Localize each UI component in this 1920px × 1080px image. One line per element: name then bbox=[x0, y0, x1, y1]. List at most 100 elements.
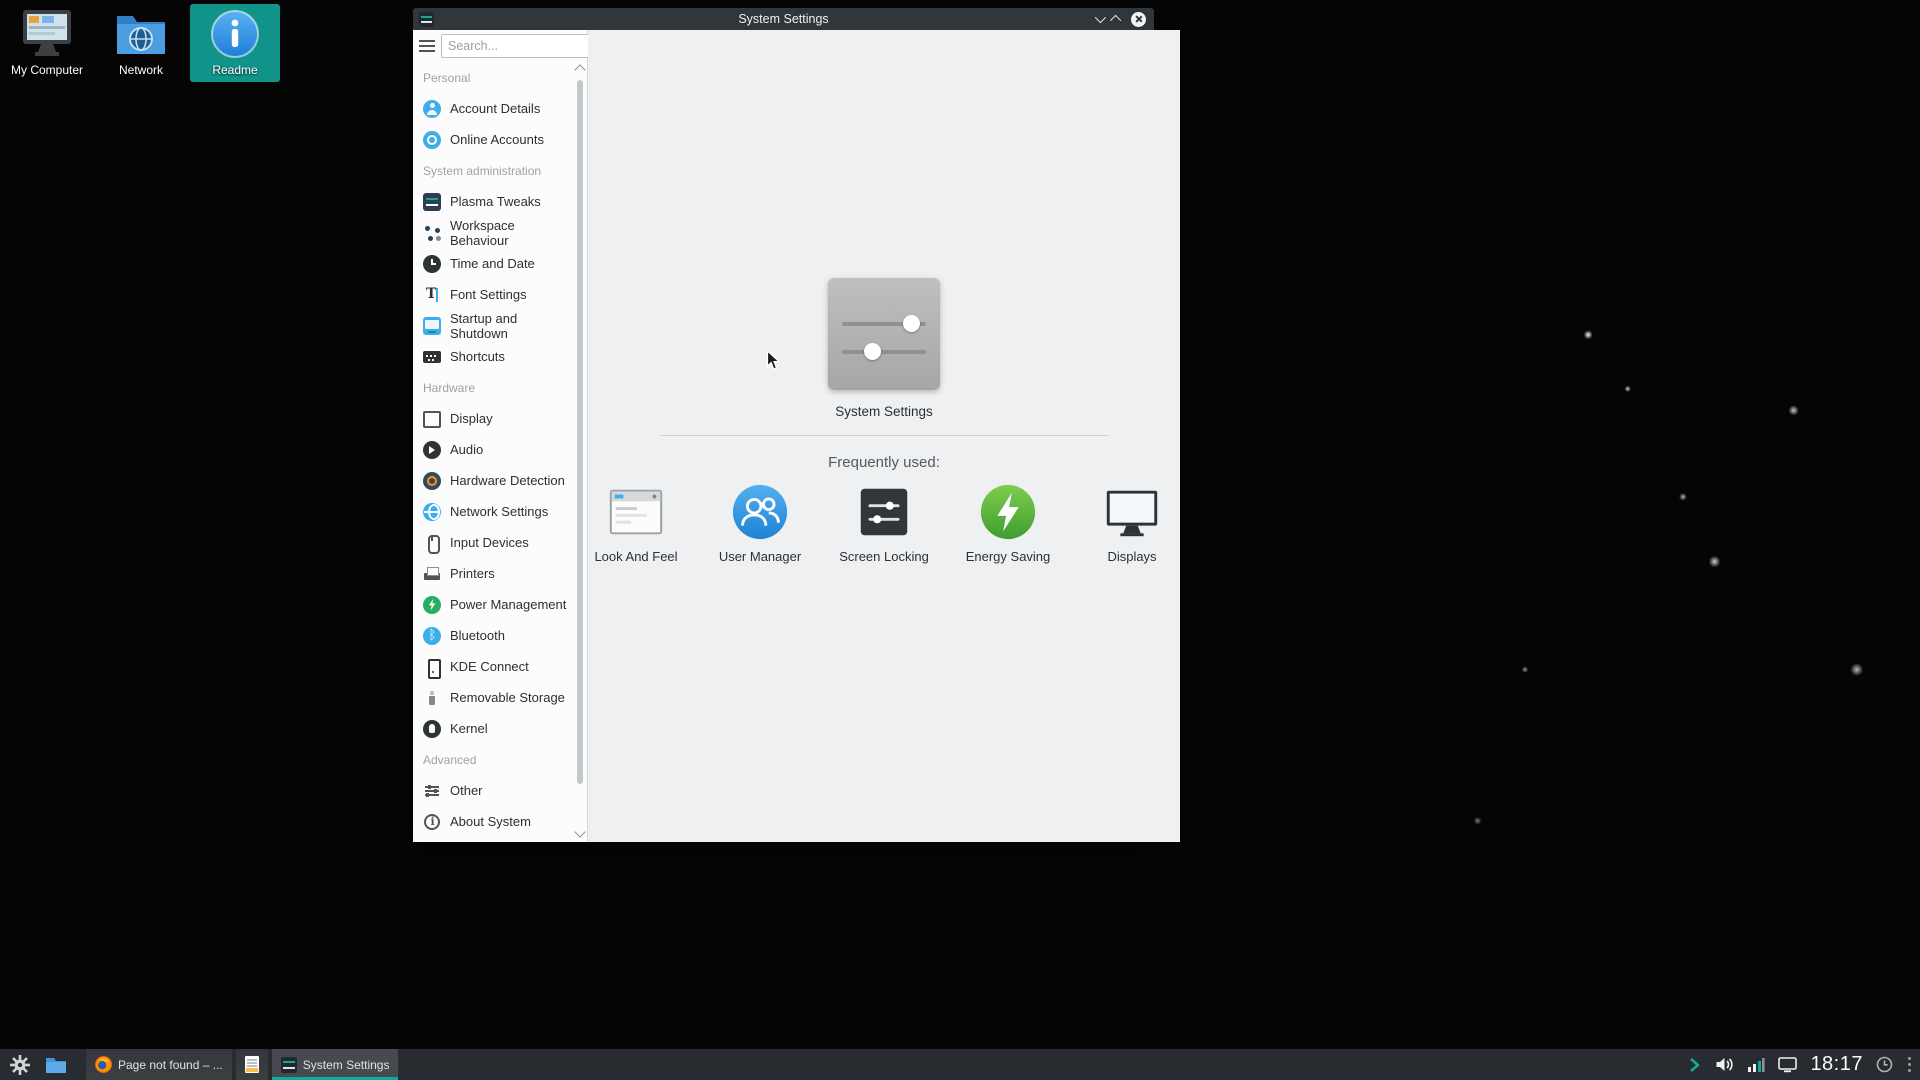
bluetooth-icon bbox=[423, 627, 441, 645]
scrollbar-thumb[interactable] bbox=[577, 80, 583, 784]
system-settings-task-icon bbox=[281, 1057, 297, 1073]
wallpaper-flower bbox=[1130, 0, 1920, 1080]
sidebar-item-kde-connect[interactable]: KDE Connect bbox=[413, 651, 575, 682]
window-app-icon bbox=[419, 12, 434, 27]
firefox-icon bbox=[95, 1056, 112, 1073]
sidebar-toolbar bbox=[413, 30, 587, 62]
sidebar-item-plasma-tweaks[interactable]: Plasma Tweaks bbox=[413, 186, 575, 217]
sidebar-item-startup-and-shutdown[interactable]: Startup and Shutdown bbox=[413, 310, 575, 341]
sidebar-item-network-settings[interactable]: Network Settings bbox=[413, 496, 575, 527]
desktop-icon-network[interactable]: Network bbox=[96, 4, 186, 82]
readme-info-icon bbox=[207, 8, 263, 60]
frequent-item-energy-saving[interactable]: Energy Saving bbox=[960, 481, 1056, 564]
notifications-icon[interactable] bbox=[1876, 1056, 1893, 1073]
kernel-icon bbox=[423, 720, 441, 738]
look-and-feel-icon bbox=[605, 481, 667, 543]
font-icon bbox=[423, 286, 441, 304]
display-tray-icon[interactable] bbox=[1778, 1057, 1797, 1073]
sidebar-scrollbar[interactable] bbox=[575, 64, 586, 838]
sidebar-item-removable-storage[interactable]: Removable Storage bbox=[413, 682, 575, 713]
task-text-editor[interactable] bbox=[236, 1049, 268, 1080]
desktop-icon-readme[interactable]: Readme bbox=[190, 4, 280, 82]
frequent-item-user-manager[interactable]: User Manager bbox=[712, 481, 808, 564]
system-settings-window: System Settings Personal Account Detai bbox=[413, 8, 1154, 842]
sidebar-item-shortcuts[interactable]: Shortcuts bbox=[413, 341, 575, 372]
task-firefox[interactable]: Page not found – ... bbox=[86, 1049, 232, 1080]
desktop-icon-my-computer[interactable]: My Computer bbox=[2, 4, 92, 82]
volume-icon[interactable] bbox=[1715, 1056, 1734, 1073]
sidebar-item-display[interactable]: Display bbox=[413, 403, 575, 434]
mouse-cursor bbox=[766, 350, 782, 372]
energy-saving-icon bbox=[977, 481, 1039, 543]
desktop-icon-label: Readme bbox=[212, 63, 257, 77]
document-icon bbox=[245, 1056, 259, 1073]
section-header-personal: Personal bbox=[413, 62, 575, 93]
sidebar-item-hardware-detection[interactable]: Hardware Detection bbox=[413, 465, 575, 496]
system-settings-hero-icon[interactable] bbox=[828, 278, 940, 390]
panel-overflow-icon[interactable] bbox=[1908, 1057, 1912, 1073]
file-manager-button[interactable] bbox=[40, 1049, 72, 1080]
section-header-advanced: Advanced bbox=[413, 744, 575, 775]
startup-shutdown-icon bbox=[423, 317, 441, 335]
sidebar-item-kernel[interactable]: Kernel bbox=[413, 713, 575, 744]
my-computer-icon bbox=[19, 8, 75, 60]
info-icon bbox=[423, 813, 441, 831]
sidebar-item-printers[interactable]: Printers bbox=[413, 558, 575, 589]
tray-expander-icon[interactable] bbox=[1686, 1057, 1702, 1073]
sidebar-item-online-accounts[interactable]: Online Accounts bbox=[413, 124, 575, 155]
frequent-item-screen-locking[interactable]: Screen Locking bbox=[836, 481, 932, 564]
screen-locking-icon bbox=[853, 481, 915, 543]
phone-icon bbox=[423, 658, 441, 676]
sliders-icon bbox=[423, 782, 441, 800]
hamburger-menu-icon[interactable] bbox=[419, 40, 435, 52]
sidebar-item-input-devices[interactable]: Input Devices bbox=[413, 527, 575, 558]
minimize-icon[interactable] bbox=[1095, 12, 1106, 23]
clock[interactable]: 18:17 bbox=[1810, 1053, 1863, 1076]
app-launcher-button[interactable] bbox=[4, 1049, 36, 1080]
sidebar: Personal Account Details Online Accounts… bbox=[413, 30, 588, 842]
frequent-item-displays[interactable]: Displays bbox=[1084, 481, 1180, 564]
printer-icon bbox=[423, 565, 441, 583]
frequent-item-look-and-feel[interactable]: Look And Feel bbox=[588, 481, 684, 564]
desktop-icons: My Computer Network bbox=[2, 4, 280, 82]
sidebar-item-other[interactable]: Other bbox=[413, 775, 575, 806]
window-body: Personal Account Details Online Accounts… bbox=[413, 30, 1154, 842]
sidebar-item-bluetooth[interactable]: Bluetooth bbox=[413, 620, 575, 651]
task-system-settings[interactable]: System Settings bbox=[272, 1049, 399, 1080]
system-tray: 18:17 bbox=[1686, 1053, 1916, 1076]
usb-icon bbox=[423, 689, 441, 707]
taskbar: Page not found – ... System Settings bbox=[0, 1049, 1920, 1080]
task-label: Page not found – ... bbox=[118, 1058, 223, 1072]
content-area: System Settings Frequently used: bbox=[588, 30, 1180, 842]
section-header-system-administration: System administration bbox=[413, 155, 575, 186]
scroll-down-icon[interactable] bbox=[574, 826, 585, 837]
display-icon bbox=[423, 410, 441, 428]
clock-icon bbox=[423, 255, 441, 273]
hero-label: System Settings bbox=[835, 404, 933, 419]
online-accounts-icon bbox=[423, 131, 441, 149]
hardware-detection-icon bbox=[423, 472, 441, 490]
frequently-used-title: Frequently used: bbox=[828, 454, 940, 471]
scroll-up-icon[interactable] bbox=[574, 64, 585, 75]
sidebar-item-audio[interactable]: Audio bbox=[413, 434, 575, 465]
sidebar-item-time-and-date[interactable]: Time and Date bbox=[413, 248, 575, 279]
sidebar-item-workspace-behaviour[interactable]: Workspace Behaviour bbox=[413, 217, 575, 248]
close-icon[interactable] bbox=[1131, 12, 1146, 27]
slider-track bbox=[842, 322, 926, 326]
sidebar-item-font-settings[interactable]: Font Settings bbox=[413, 279, 575, 310]
account-details-icon bbox=[423, 100, 441, 118]
keyboard-icon bbox=[423, 348, 441, 366]
sidebar-item-power-management[interactable]: Power Management bbox=[413, 589, 575, 620]
titlebar[interactable]: System Settings bbox=[413, 8, 1154, 30]
workspace-behaviour-icon bbox=[423, 224, 441, 242]
folder-icon bbox=[44, 1053, 68, 1077]
network-globe-icon bbox=[423, 503, 441, 521]
network-status-icon[interactable] bbox=[1747, 1057, 1765, 1073]
divider bbox=[660, 435, 1109, 436]
sidebar-item-about-system[interactable]: About System bbox=[413, 806, 575, 837]
plasma-tweaks-icon bbox=[423, 193, 441, 211]
slider-knob bbox=[864, 343, 881, 360]
maximize-icon[interactable] bbox=[1110, 15, 1121, 26]
sidebar-item-account-details[interactable]: Account Details bbox=[413, 93, 575, 124]
kde-launcher-icon bbox=[8, 1053, 32, 1077]
